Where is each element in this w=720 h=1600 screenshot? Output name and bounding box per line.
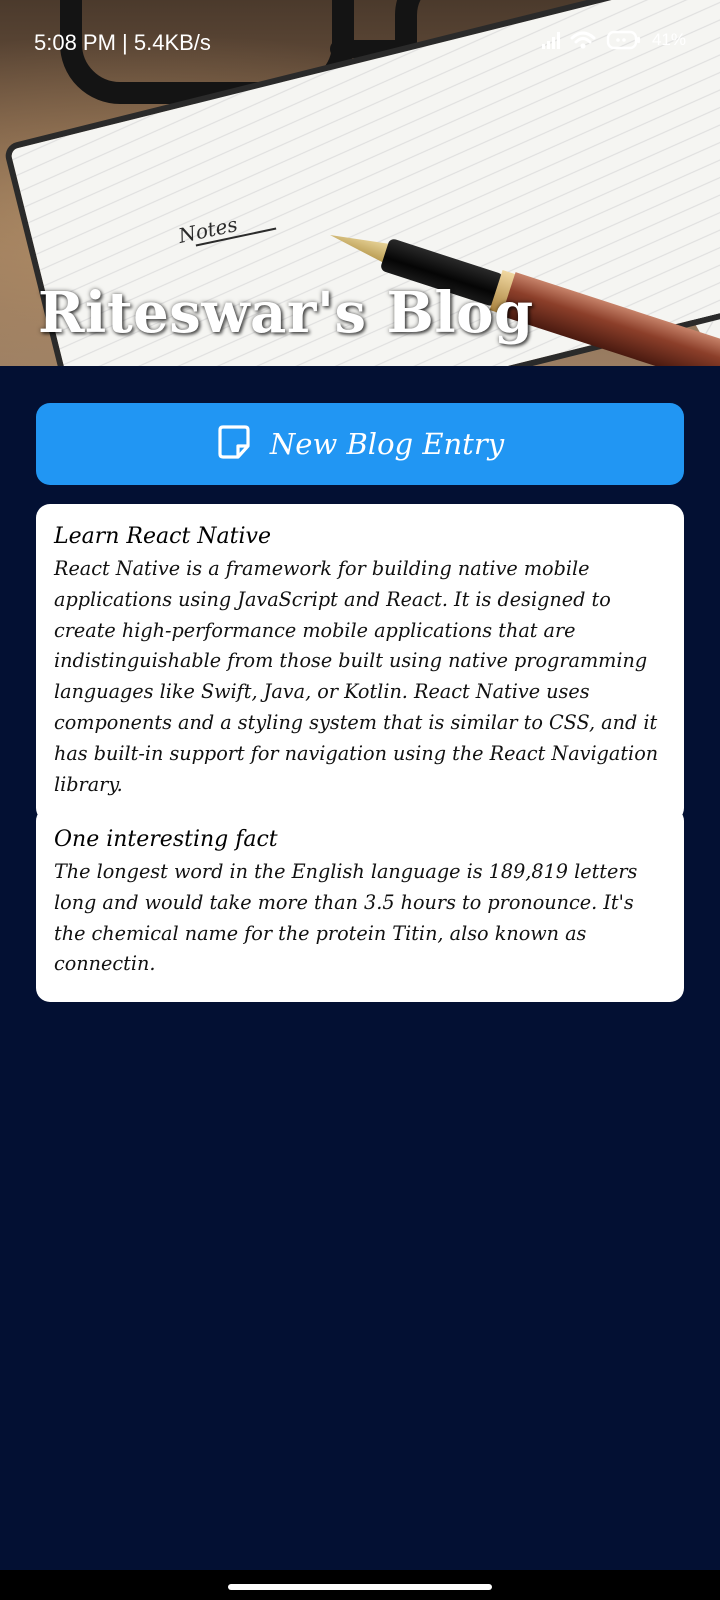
- blog-post-card[interactable]: Learn React Native React Native is a fra…: [36, 504, 684, 823]
- battery-icon: [606, 30, 642, 50]
- blog-post-body: The longest word in the English language…: [54, 860, 638, 976]
- status-indicators: 41%: [541, 30, 686, 50]
- battery-percentage: 41%: [651, 30, 686, 49]
- note-icon: [216, 424, 252, 464]
- status-time: 5:08 PM | 5.4KB/s: [34, 30, 211, 55]
- home-indicator[interactable]: [228, 1584, 492, 1590]
- blog-post-card[interactable]: One interesting fact The longest word in…: [36, 807, 684, 1003]
- blog-post-title: One interesting fact: [54, 827, 278, 852]
- new-blog-entry-button[interactable]: New Blog Entry: [36, 403, 684, 485]
- signal-icon: [541, 31, 560, 49]
- blog-post-body: React Native is a framework for building…: [54, 557, 659, 796]
- new-blog-entry-label: New Blog Entry: [269, 427, 505, 461]
- blog-post-title: Learn React Native: [54, 524, 271, 549]
- page-title: Riteswar's Blog: [38, 280, 534, 346]
- wifi-icon: [570, 30, 596, 50]
- status-bar: 5:08 PM | 5.4KB/s 41%: [0, 0, 720, 90]
- pen-nib: [327, 225, 390, 263]
- system-navigation-bar: [0, 1570, 720, 1600]
